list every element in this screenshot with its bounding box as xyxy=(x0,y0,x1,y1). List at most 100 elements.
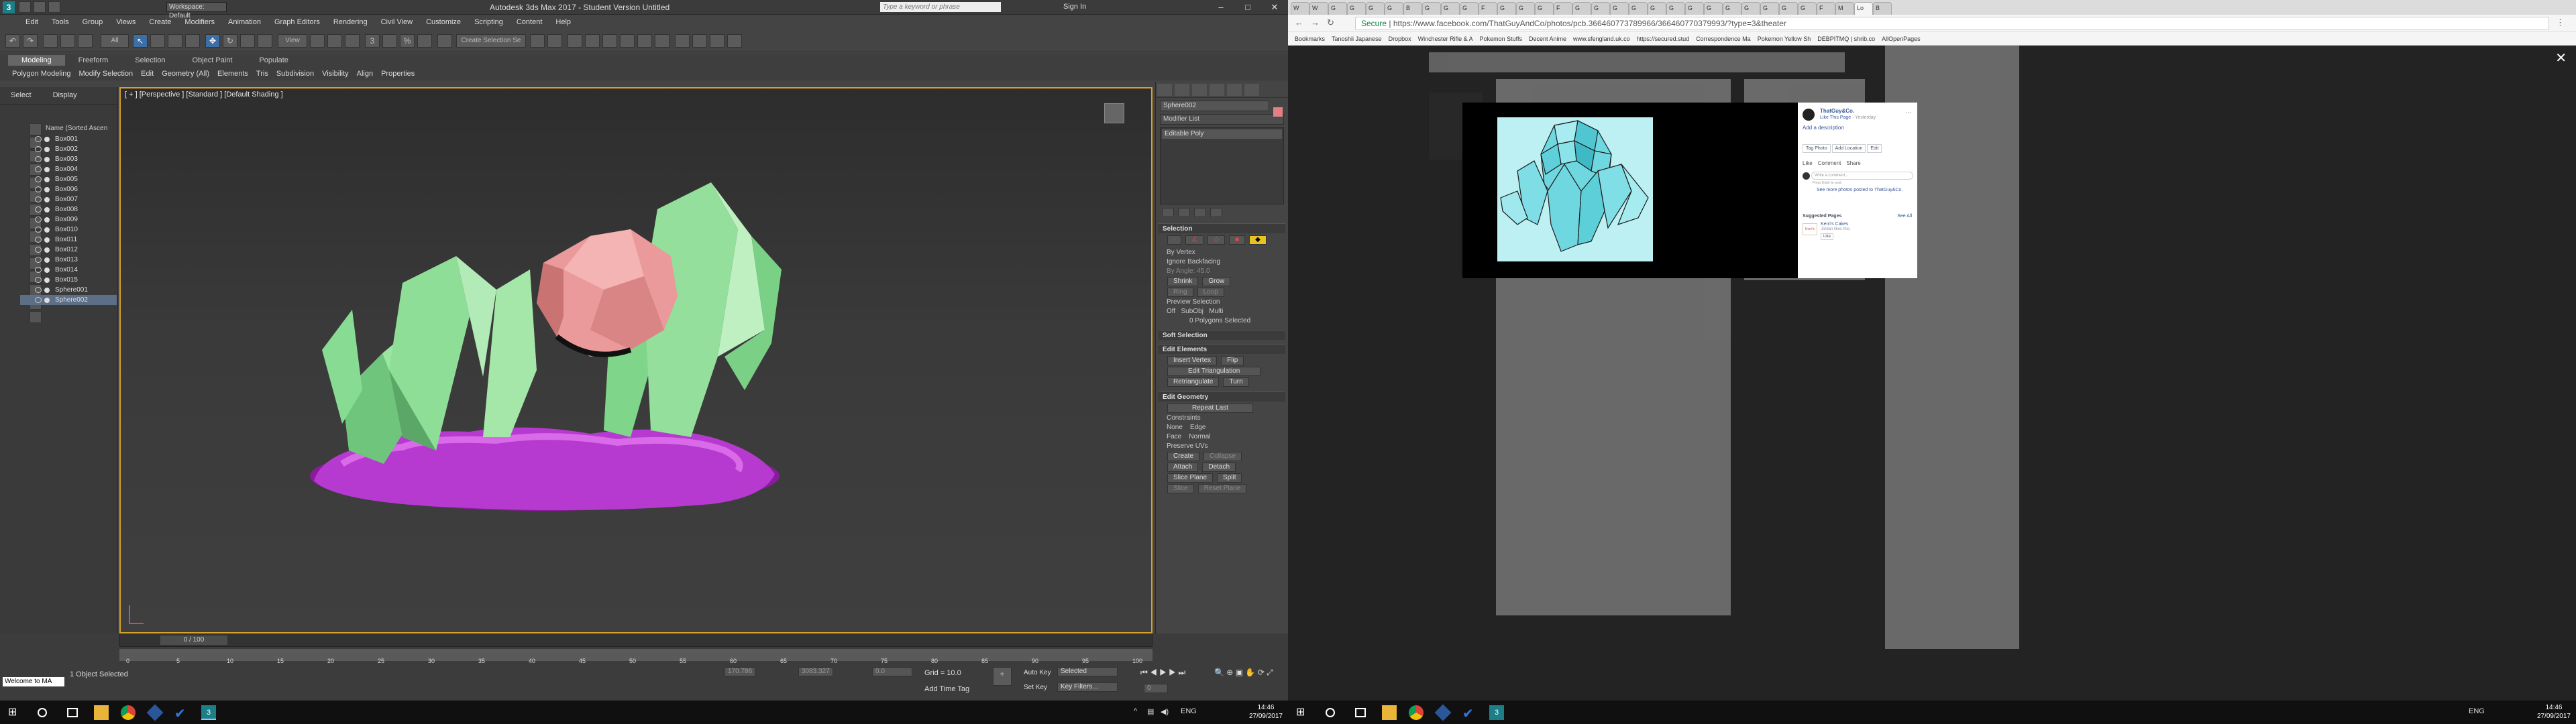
edit-geometry-rollout[interactable]: Edit Geometry xyxy=(1159,391,1285,402)
browser-tab[interactable]: G xyxy=(1535,2,1554,15)
back-icon[interactable]: ← xyxy=(1295,17,1303,27)
bookmark-item[interactable]: https://secured.stud xyxy=(1637,32,1690,46)
ribbon-polygon-modeling[interactable]: Polygon Modeling xyxy=(8,68,74,79)
comment-button[interactable]: Comment xyxy=(1818,160,1841,166)
loop-button[interactable]: Loop xyxy=(1197,288,1224,297)
sign-in-link[interactable]: Sign In xyxy=(1063,3,1086,11)
share-button[interactable]: Share xyxy=(1846,160,1860,166)
by-vertex-checkbox[interactable]: By Vertex xyxy=(1156,248,1288,257)
play-icon[interactable]: ▶ xyxy=(1159,668,1167,677)
minimize-button[interactable]: – xyxy=(1208,0,1234,15)
scene-object-row[interactable]: Box006 xyxy=(20,184,117,194)
ribbon-tab-object-paint[interactable]: Object Paint xyxy=(179,55,246,66)
display-panel-icon[interactable] xyxy=(1227,84,1242,96)
slice-plane-button[interactable]: Slice Plane xyxy=(1167,473,1214,483)
align-icon[interactable] xyxy=(547,34,562,48)
comment-input[interactable]: Write a comment... xyxy=(1811,172,1913,180)
browser-tab[interactable]: G xyxy=(1516,2,1535,15)
windows-start-icon[interactable]: ⊞ xyxy=(8,705,23,720)
preserve-uvs-checkbox[interactable]: Preserve UVs xyxy=(1156,442,1288,451)
flip-button[interactable]: Flip xyxy=(1221,356,1244,365)
browser-tab[interactable]: G xyxy=(1704,2,1723,15)
next-frame-icon[interactable]: ▶ xyxy=(1169,668,1176,677)
visibility-eye-icon[interactable] xyxy=(35,237,42,243)
menu-tools[interactable]: Tools xyxy=(45,16,76,28)
object-color-swatch[interactable] xyxy=(1273,107,1283,117)
shrink-button[interactable]: Shrink xyxy=(1167,277,1199,286)
visibility-eye-icon[interactable] xyxy=(35,166,42,172)
page-avatar[interactable] xyxy=(1803,109,1815,121)
detach-button[interactable]: Detach xyxy=(1202,463,1236,472)
freeze-dot-icon[interactable] xyxy=(44,207,50,213)
visibility-eye-icon[interactable] xyxy=(35,156,42,162)
add-description-link[interactable]: Add a description xyxy=(1803,125,1844,131)
x-coordinate-field[interactable]: 170.786 xyxy=(724,667,756,676)
browser-tab[interactable]: G xyxy=(1760,2,1779,15)
key-selection-dropdown[interactable]: Selected xyxy=(1057,667,1118,676)
scene-explorer-name-header[interactable]: Name (Sorted Ascen xyxy=(20,123,117,134)
menu-edit[interactable]: Edit xyxy=(19,16,45,28)
edit-button[interactable]: Edit xyxy=(1867,144,1882,153)
app-icon-blue[interactable] xyxy=(1434,704,1452,721)
redo-icon[interactable]: ↷ xyxy=(23,34,38,48)
menu-scripting[interactable]: Scripting xyxy=(468,16,510,28)
rectangle-selection-icon[interactable] xyxy=(168,34,182,48)
maxscript-listener[interactable]: Welcome to MA xyxy=(3,677,64,686)
maximize-viewport-icon[interactable]: ⤢ xyxy=(1267,668,1273,677)
freeze-dot-icon[interactable] xyxy=(44,247,50,253)
angle-snap-icon[interactable] xyxy=(382,34,397,48)
z-coordinate-field[interactable]: 0.0 xyxy=(872,667,912,676)
max-app-icon[interactable]: 3 xyxy=(3,1,15,13)
ribbon-tris[interactable]: Tris xyxy=(252,68,272,79)
ribbon-tab-populate[interactable]: Populate xyxy=(246,55,301,66)
freeze-dot-icon[interactable] xyxy=(44,237,50,243)
visibility-eye-icon[interactable] xyxy=(35,297,42,303)
visibility-eye-icon[interactable] xyxy=(35,196,42,202)
modify-panel-icon[interactable] xyxy=(1175,84,1189,96)
browser-tab[interactable]: G xyxy=(1741,2,1760,15)
maximize-button[interactable]: □ xyxy=(1234,0,1261,15)
forward-icon[interactable]: → xyxy=(1311,17,1320,27)
bookmark-item[interactable]: Dropbox xyxy=(1389,32,1411,46)
like-button[interactable]: Like xyxy=(1803,160,1813,166)
material-editor-icon[interactable] xyxy=(655,34,669,48)
set-key-big-icon[interactable]: + xyxy=(993,667,1012,686)
border-mode-icon[interactable]: ◇ xyxy=(1208,235,1226,245)
scene-explorer-display-tab[interactable]: Display xyxy=(42,87,88,103)
scene-object-row[interactable]: Box002 xyxy=(20,144,117,154)
scene-object-row[interactable]: Box003 xyxy=(20,154,117,164)
visibility-eye-icon[interactable] xyxy=(35,227,42,233)
pin-stack-icon[interactable] xyxy=(1162,208,1174,217)
keyboard-shortcut-icon[interactable] xyxy=(345,34,360,48)
menu-graph-editors[interactable]: Graph Editors xyxy=(268,16,327,28)
freeze-dot-icon[interactable] xyxy=(44,197,50,202)
constraint-none-radio[interactable]: None xyxy=(1167,424,1183,431)
address-bar[interactable]: Secure | https://www.facebook.com/ThatGu… xyxy=(1355,17,2549,30)
bind-space-warp-icon[interactable] xyxy=(78,34,93,48)
freeze-dot-icon[interactable] xyxy=(44,288,50,293)
scene-object-row[interactable]: Box005 xyxy=(20,174,117,184)
ribbon-subdivision[interactable]: Subdivision xyxy=(272,68,318,79)
scene-object-row[interactable]: Sphere001 xyxy=(20,285,117,295)
render-setup-icon[interactable] xyxy=(675,34,690,48)
freeze-dot-icon[interactable] xyxy=(44,257,50,263)
visibility-eye-icon[interactable] xyxy=(35,206,42,213)
cortana-icon[interactable] xyxy=(1326,708,1335,717)
scene-object-row[interactable]: Sphere002 xyxy=(20,295,117,305)
reset-plane-button[interactable]: Reset Plane xyxy=(1197,484,1247,493)
preview-multi-radio[interactable]: Multi xyxy=(1209,308,1223,315)
set-key-button[interactable]: Set Key xyxy=(1024,684,1047,691)
angle-value[interactable]: 45.0 xyxy=(1197,267,1210,275)
freeze-dot-icon[interactable] xyxy=(44,157,50,162)
bookmark-item[interactable]: Pokemon Yellow Sh xyxy=(1758,32,1811,46)
ribbon-align[interactable]: Align xyxy=(353,68,377,79)
zoom-extents-icon[interactable]: ▣ xyxy=(1236,668,1243,677)
app-icon-blue[interactable] xyxy=(146,704,164,721)
ribbon-properties[interactable]: Properties xyxy=(377,68,419,79)
vertex-mode-icon[interactable]: · xyxy=(1167,235,1182,245)
menu-content[interactable]: Content xyxy=(510,16,549,28)
visibility-eye-icon[interactable] xyxy=(35,247,42,253)
rendered-frame-window-icon[interactable] xyxy=(692,34,707,48)
browser-tab[interactable]: G xyxy=(1685,2,1704,15)
freeze-dot-icon[interactable] xyxy=(44,177,50,182)
